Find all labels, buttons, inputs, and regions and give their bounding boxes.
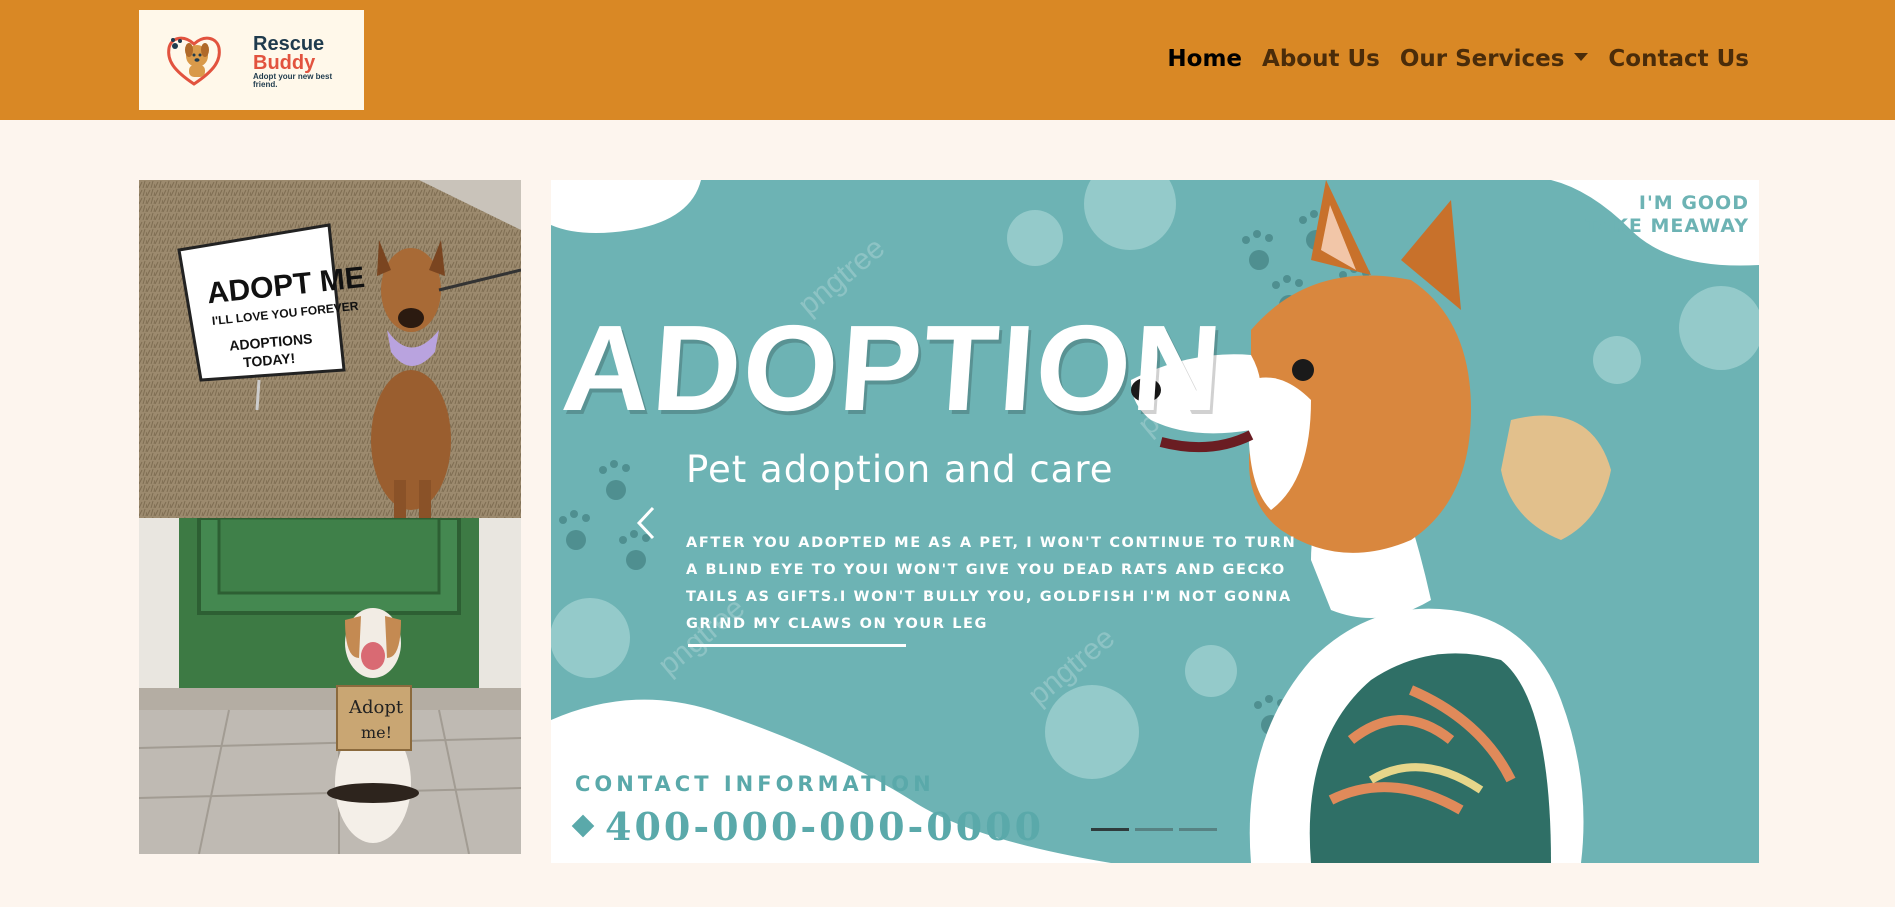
brand-logo[interactable]: Rescue Buddy Adopt your new best friend. xyxy=(139,10,364,110)
nav-our-services[interactable]: Our Services xyxy=(1400,46,1589,72)
adopt-me-sign-dog-photo: Adopt me! xyxy=(139,518,521,854)
carousel-indicators xyxy=(1091,828,1223,831)
corner-tagline: I'M GOOD TAKE MEAWAY xyxy=(1585,192,1749,238)
brand-tagline: Adopt your new best friend. xyxy=(253,72,333,89)
carousel-indicator-3[interactable] xyxy=(1179,828,1217,831)
nav-contact-us[interactable]: Contact Us xyxy=(1608,46,1749,72)
hero-paragraph: AFTER YOU ADOPTED ME AS A PET, I WON'T C… xyxy=(686,535,1297,632)
carousel-prev-button[interactable] xyxy=(625,498,665,548)
brand-name-line2: Buddy xyxy=(253,52,316,74)
diamond-icon xyxy=(571,814,595,838)
contact-phone: 400-000-000-0000 xyxy=(571,804,1045,849)
brand-name-line1: Rescue xyxy=(253,33,325,55)
hero-carousel[interactable]: pngtree pngtree pngtree pngtree I'M GOOD… xyxy=(551,180,1759,863)
corner-tagline-line2: TAKE MEAWAY xyxy=(1585,215,1749,237)
navbar: Rescue Buddy Adopt your new best friend.… xyxy=(0,0,1895,120)
caret-down-icon xyxy=(1574,52,1589,61)
contact-phone-number: 400-000-000-0000 xyxy=(605,804,1045,849)
carousel-indicator-2[interactable] xyxy=(1135,828,1173,831)
main-nav: Home About Us Our Services Contact Us xyxy=(1147,46,1749,72)
hero-divider xyxy=(688,644,906,647)
carousel-background-art xyxy=(551,180,1759,863)
corner-tagline-line1: I'M GOOD xyxy=(1638,192,1749,214)
adopt-me-dog-photo: ADOPT ME I'LL LOVE YOU FOREVER ADOPTIONS… xyxy=(139,180,521,518)
nav-our-services-label: Our Services xyxy=(1399,46,1565,72)
hero-headline: ADOPTION xyxy=(558,300,1228,436)
dog-heart-logo-icon xyxy=(167,36,221,86)
sign2-line2: me! xyxy=(361,723,392,742)
nav-home[interactable]: Home xyxy=(1167,46,1242,72)
nav-about-us[interactable]: About Us xyxy=(1262,46,1380,72)
chevron-left-icon xyxy=(636,506,655,540)
hero-subtitle: Pet adoption and care xyxy=(686,448,1114,491)
contact-label: CONTACT INFORMATION xyxy=(575,772,935,796)
carousel-indicator-1[interactable] xyxy=(1091,828,1129,831)
sign2-line1: Adopt xyxy=(348,697,404,718)
